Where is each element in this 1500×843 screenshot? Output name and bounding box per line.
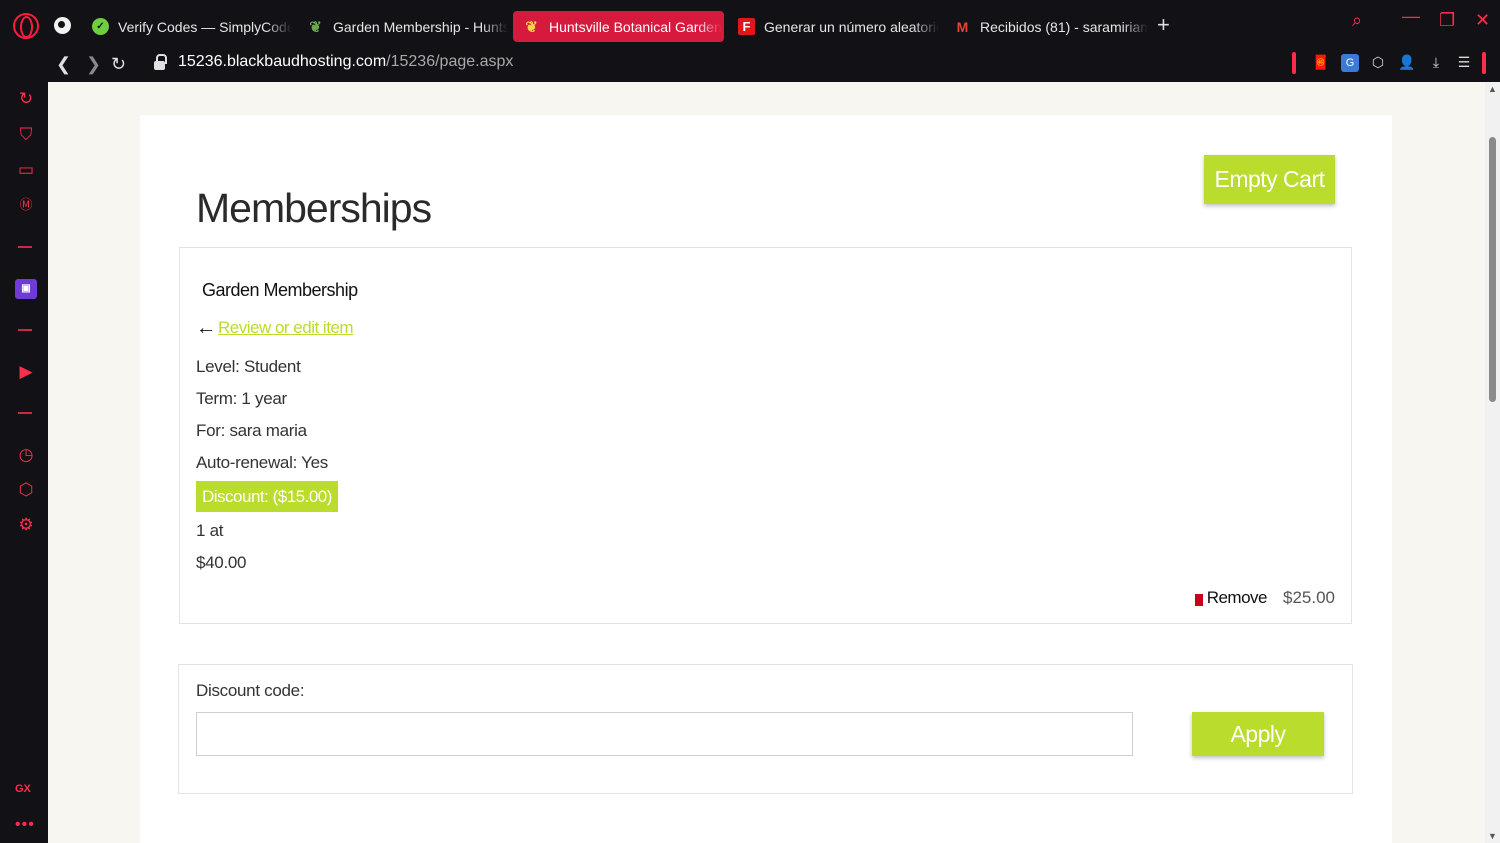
search-tabs-icon[interactable]: ⌕ [1352, 10, 1362, 31]
twitch-icon[interactable]: ▣ [15, 279, 37, 299]
garden-leaf-icon: ❦ [309, 18, 322, 36]
page-scrollbar[interactable]: ▲ ▼ [1485, 82, 1500, 843]
easy-setup-icon[interactable]: ☰ [1455, 54, 1473, 72]
player-icon[interactable]: ▶ [16, 362, 36, 382]
toolbar-divider [1482, 52, 1486, 74]
close-window-icon[interactable]: ✕ [1475, 10, 1490, 31]
gift-extension-icon[interactable]: 🧧 [1312, 54, 1330, 72]
extensions-icon[interactable]: ⬡ [16, 480, 36, 500]
back-icon[interactable]: ❮ [56, 54, 71, 75]
item-unit-price: $40.00 [196, 553, 247, 572]
gmail-icon: M [956, 18, 969, 35]
opera-sidebar: ↻ ⛉ ▭ Ⓜ ▣ ▶ ◷ ⬡ ⚙ GX ••• [0, 82, 48, 843]
item-quantity: 1 at [196, 521, 224, 540]
discount-code-label: Discount code: [196, 681, 305, 700]
settings-icon[interactable]: ⚙ [16, 515, 36, 535]
botanical-leaf-icon: ❦ [525, 18, 538, 36]
trash-icon[interactable] [1194, 593, 1203, 606]
tab-huntsville-botanical[interactable]: ❦ Huntsville Botanical Garden [513, 11, 724, 42]
address-toolbar: ❮ ❯ ↻ 15236.blackbaudhosting.com/15236/p… [48, 48, 1500, 82]
discount-badge: Discount: ($15.00) [196, 481, 338, 512]
tab-label: Recibidos (81) - saramiriam [980, 18, 1148, 35]
gx-logo-icon[interactable]: GX [15, 783, 31, 795]
item-auto-renewal: Auto-renewal: Yes [196, 453, 328, 472]
tab-gmail[interactable]: M Recibidos (81) - saramiriam [944, 11, 1148, 42]
sidebar-separator [18, 246, 32, 248]
gx-corner-icon[interactable]: ▭ [16, 160, 36, 180]
minimize-icon[interactable]: — [1402, 6, 1420, 27]
sidebar-separator [18, 412, 32, 414]
discount-code-input[interactable] [196, 712, 1133, 756]
cart-card: Memberships Empty Cart Garden Membership… [140, 115, 1392, 843]
translate-extension-icon[interactable]: G [1341, 54, 1359, 72]
empty-cart-button[interactable]: Empty Cart [1204, 155, 1335, 204]
new-tab-button[interactable]: + [1157, 14, 1170, 36]
toolbar-divider [1292, 52, 1296, 74]
tab-bar: ✓ Verify Codes — SimplyCodes ❦ Garden Me… [0, 0, 1500, 48]
profile-icon[interactable]: 👤 [1398, 54, 1416, 72]
tab-label: Garden Membership - Huntsville [333, 18, 508, 35]
arrow-left-icon: ← [196, 317, 216, 339]
remove-link[interactable]: Remove [1207, 588, 1268, 608]
lock-icon[interactable] [154, 54, 167, 71]
apply-button[interactable]: Apply [1192, 712, 1324, 756]
scroll-up-icon[interactable]: ▲ [1488, 84, 1497, 94]
remove-row: Remove $25.00 [1194, 588, 1335, 608]
item-recipient: For: sara maria [196, 421, 307, 440]
tab-verify-codes[interactable]: ✓ Verify Codes — SimplyCodes [82, 11, 292, 42]
page-title: Memberships [196, 185, 432, 231]
scroll-down-icon[interactable]: ▼ [1488, 831, 1497, 841]
address-bar[interactable]: 15236.blackbaudhosting.com/15236/page.as… [178, 53, 513, 71]
speed-dial-icon[interactable]: ↻ [16, 89, 36, 109]
item-level: Level: Student [196, 357, 301, 376]
tab-garden-membership[interactable]: ❦ Garden Membership - Huntsville [297, 11, 508, 42]
download-icon[interactable]: ⤓ [1427, 54, 1445, 72]
messenger-icon[interactable]: Ⓜ [16, 195, 36, 215]
cart-item: Garden Membership ← Review or edit item … [179, 247, 1352, 624]
sidebar-separator [18, 329, 32, 331]
forward-icon[interactable]: ❯ [86, 54, 101, 75]
f-letter-icon: F [738, 18, 755, 35]
item-term: Term: 1 year [196, 389, 287, 408]
restore-icon[interactable]: ❐ [1439, 10, 1455, 31]
scroll-thumb[interactable] [1489, 137, 1496, 402]
item-name: Garden Membership [202, 280, 358, 300]
workspace-icon[interactable] [54, 17, 71, 34]
tab-label: Huntsville Botanical Garden [549, 18, 722, 35]
line-total: $25.00 [1283, 588, 1335, 607]
review-edit-link[interactable]: Review or edit item [218, 318, 354, 338]
history-icon[interactable]: ◷ [16, 445, 36, 465]
tab-label: Verify Codes — SimplyCodes [118, 18, 292, 35]
review-edit-row: ← Review or edit item [196, 317, 354, 339]
page-viewport: Memberships Empty Cart Garden Membership… [48, 82, 1485, 843]
url-path: /15236/page.aspx [386, 53, 514, 70]
tab-numero-aleatorio[interactable]: F Generar un número aleatorio [728, 11, 939, 42]
gx-control-icon[interactable]: ⛉ [16, 125, 36, 145]
more-icon[interactable]: ••• [15, 816, 35, 834]
simplycodes-icon: ✓ [92, 18, 109, 35]
cube-extension-icon[interactable]: ⬡ [1369, 54, 1387, 72]
opera-menu-icon[interactable] [13, 13, 39, 39]
tab-label: Generar un número aleatorio [764, 18, 939, 35]
url-host: 15236.blackbaudhosting.com [178, 53, 387, 70]
discount-code-section: Discount code: Apply [178, 664, 1353, 794]
reload-icon[interactable]: ↻ [111, 54, 126, 75]
